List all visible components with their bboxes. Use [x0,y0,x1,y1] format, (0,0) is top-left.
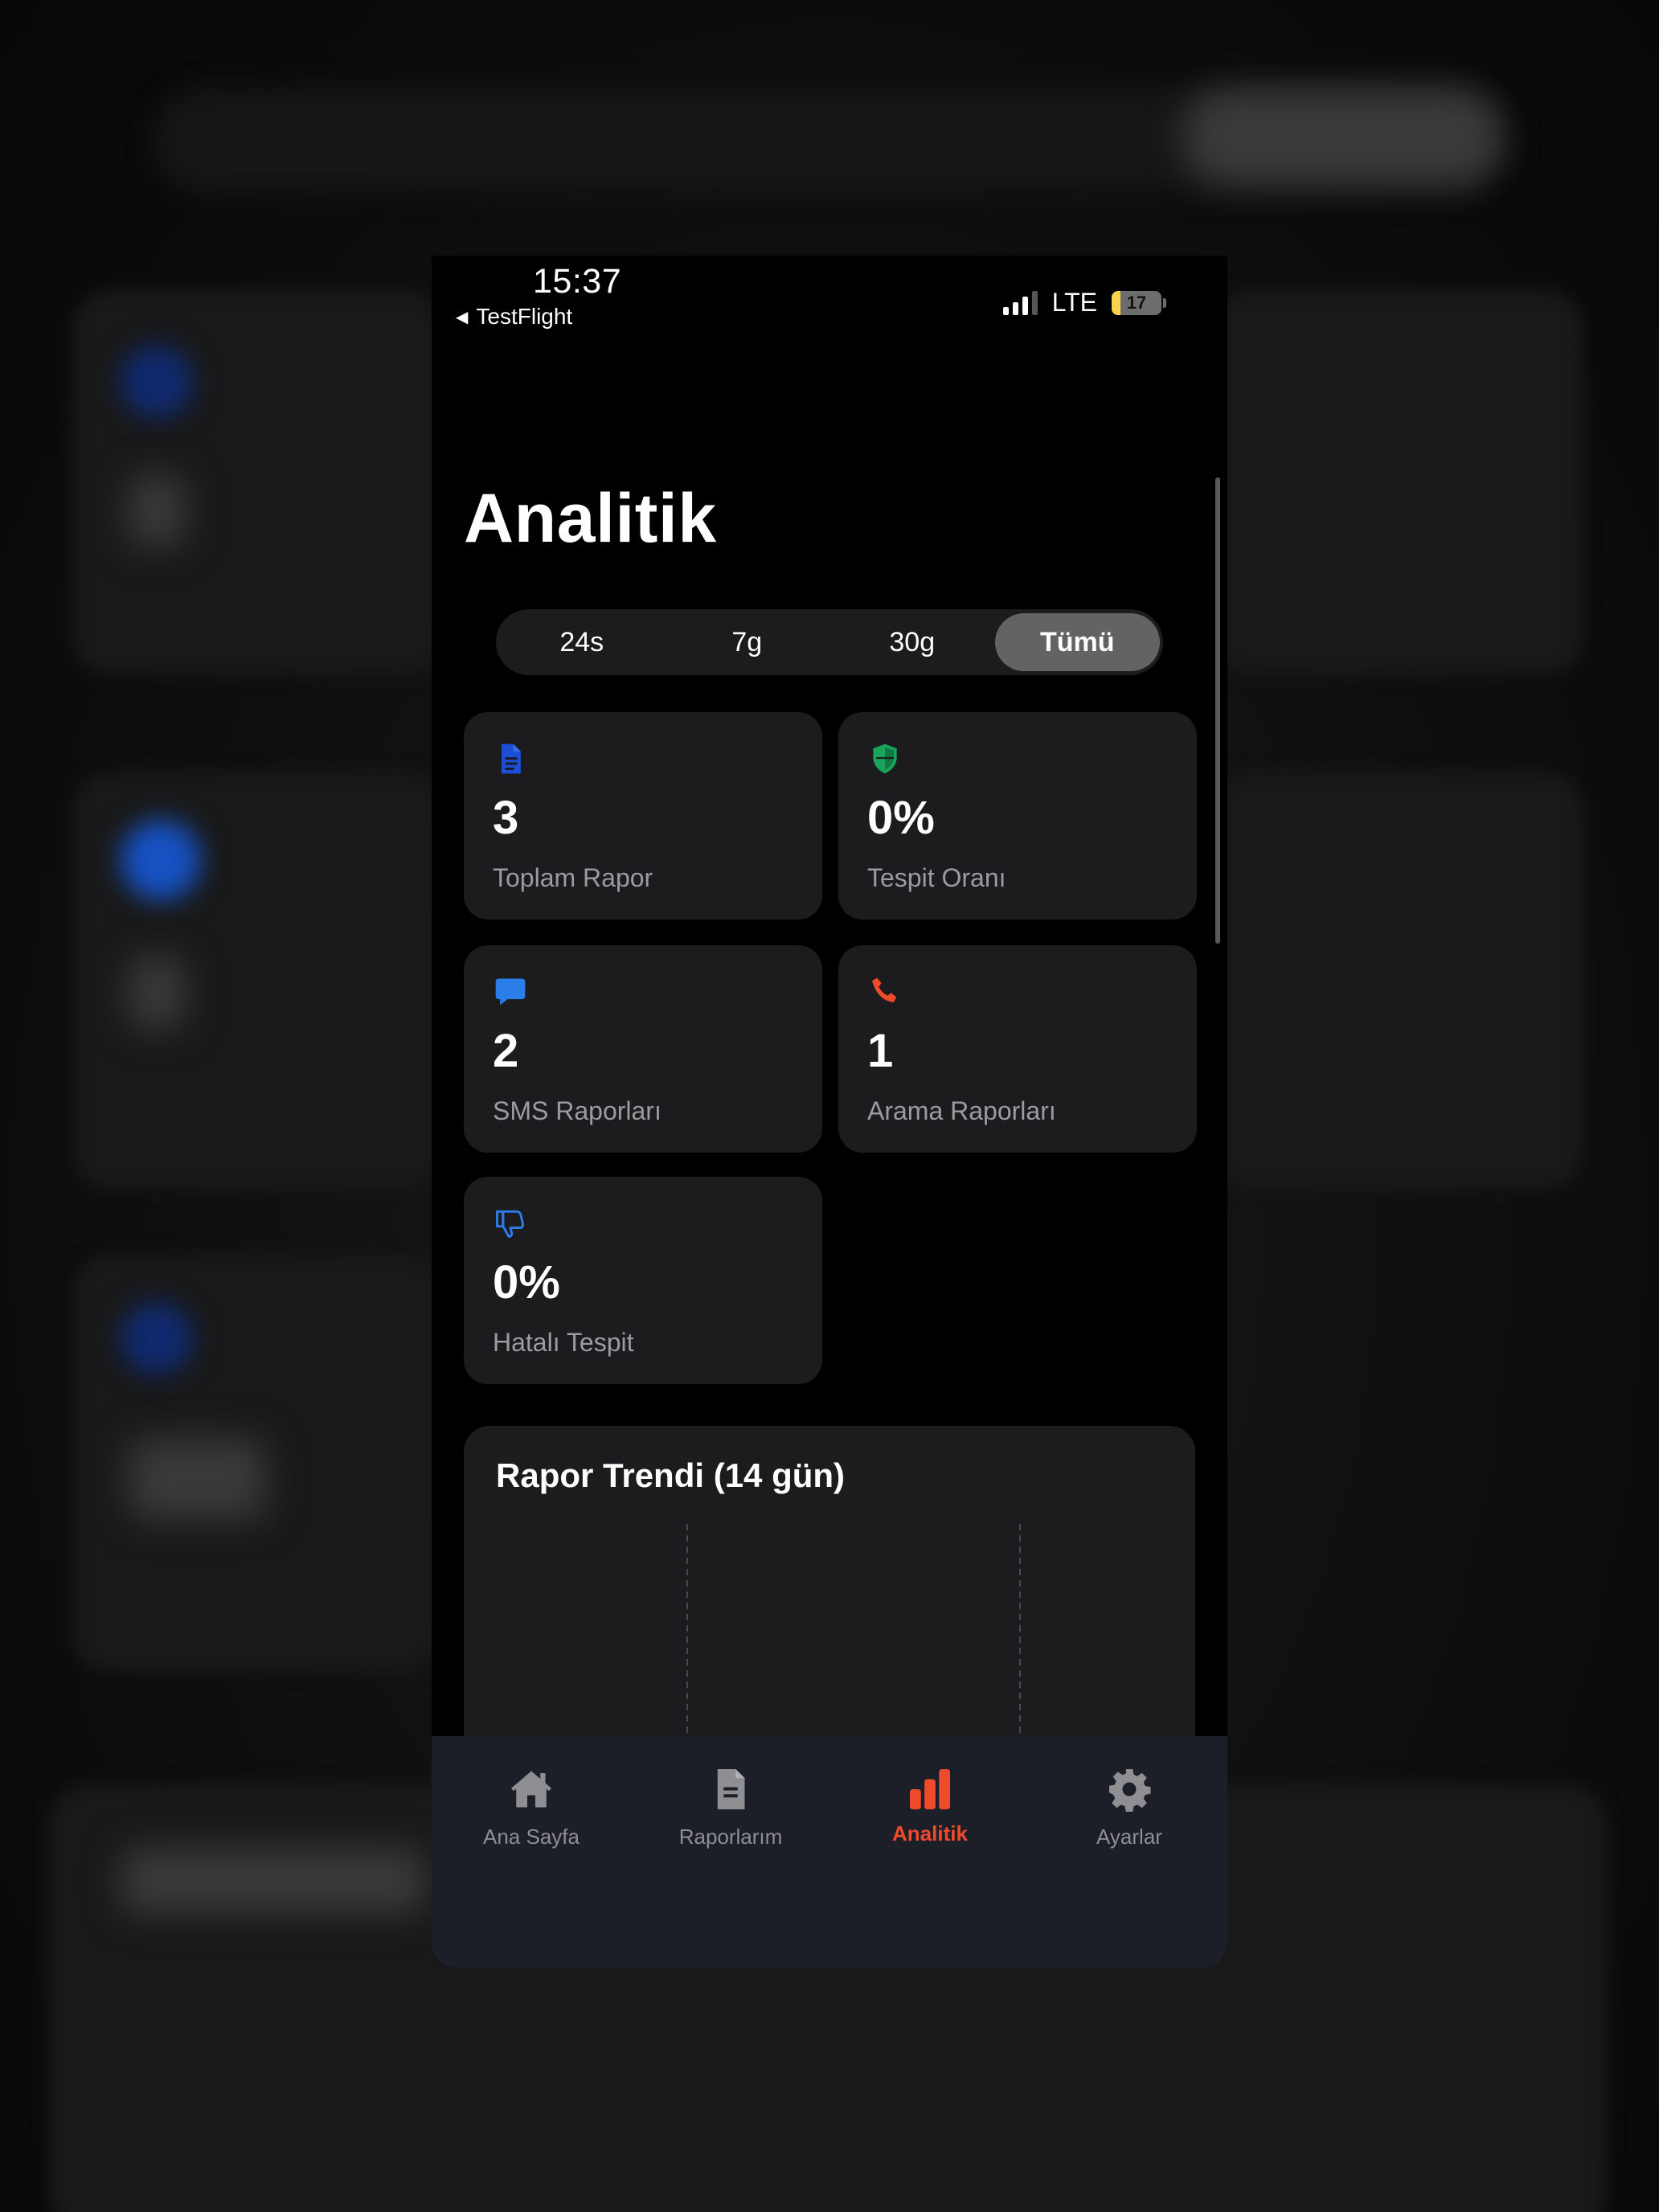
tab-analytics[interactable]: Analitik [830,1736,1030,1857]
status-time: 15:37 [533,262,622,301]
backdrop-card [1214,289,1583,675]
backdrop-card [72,289,442,675]
stat-value: 0% [867,792,935,844]
stat-value: 0% [493,1256,560,1309]
back-app-label: TestFlight [476,304,573,329]
battery-icon: 17 [1112,290,1161,315]
shield-icon [873,743,897,774]
tab-home[interactable]: Ana Sayfa [432,1736,631,1857]
signal-icon [1002,290,1038,315]
document-icon [717,1769,745,1809]
tab-label: Ayarlar [1096,1825,1162,1849]
phone-screen: 15:37 ◀ TestFlight LTE 17 Analitik 24s 7… [432,256,1227,1968]
page-title: Analitik [464,480,717,557]
stat-label: Arama Raporları [867,1096,1056,1125]
backdrop-text [129,1439,265,1519]
stat-card-sms-reports[interactable]: 2 SMS Raporları [464,945,822,1153]
document-icon [502,743,521,774]
status-indicators: LTE 17 [1002,288,1166,317]
back-arrow-icon: ◀ [456,308,469,326]
stat-card-detection-rate[interactable]: 0% Tespit Oranı [838,712,1197,920]
backdrop-text [129,474,185,547]
trend-card-title: Rapor Trendi (14 gün) [496,1456,846,1494]
home-icon [511,1771,551,1808]
tab-label: Ana Sayfa [483,1825,580,1849]
stat-card-call-reports[interactable]: 1 Arama Raporları [838,945,1197,1153]
message-icon [495,978,526,1006]
stat-label: Toplam Rapor [493,863,653,892]
tab-my-reports[interactable]: Raporlarım [631,1736,830,1857]
network-label: LTE [1051,288,1097,317]
battery-level: 17 [1126,292,1147,313]
period-tab-7g[interactable]: 7g [665,613,830,671]
stat-value: 2 [493,1025,519,1077]
scroll-indicator[interactable] [1215,477,1220,944]
stat-label: Hatalı Tespit [493,1328,634,1357]
stat-card-false-detection[interactable]: 0% Hatalı Tespit [464,1177,822,1384]
backdrop-segment-active [1182,88,1503,185]
backdrop-card [1214,772,1583,1190]
thumbs-down-icon [496,1210,525,1238]
tab-settings[interactable]: Ayarlar [1030,1736,1227,1857]
stat-label: Tespit Oranı [867,863,1006,892]
period-tab-all[interactable]: Tümü [994,613,1160,671]
backdrop-text [121,1849,426,1913]
tab-bar: Ana Sayfa Raporlarım Analitik Ayarlar [432,1736,1227,1968]
tab-label: Analitik [892,1821,968,1845]
backdrop-dot [121,820,201,900]
stat-label: SMS Raporları [493,1096,662,1125]
stat-card-total-reports[interactable]: 3 Toplam Rapor [464,712,822,920]
backdrop-text [129,956,185,1029]
stat-value: 3 [493,792,519,844]
tab-label: Raporlarım [678,1825,783,1849]
period-tab-24s[interactable]: 24s [499,613,665,671]
period-tab-30g[interactable]: 30g [830,613,995,671]
battery-cap [1163,297,1166,308]
backdrop-dot [121,346,193,418]
backdrop-card [72,772,442,1190]
backdrop-dot [121,1302,193,1374]
gear-icon [1109,1769,1151,1812]
back-to-app-link[interactable]: ◀ TestFlight [456,304,572,330]
phone-icon [872,977,897,1002]
period-segmented-control: 24s 7g 30g Tümü [496,609,1163,675]
bar-chart-icon [910,1769,950,1809]
stat-value: 1 [867,1025,894,1077]
